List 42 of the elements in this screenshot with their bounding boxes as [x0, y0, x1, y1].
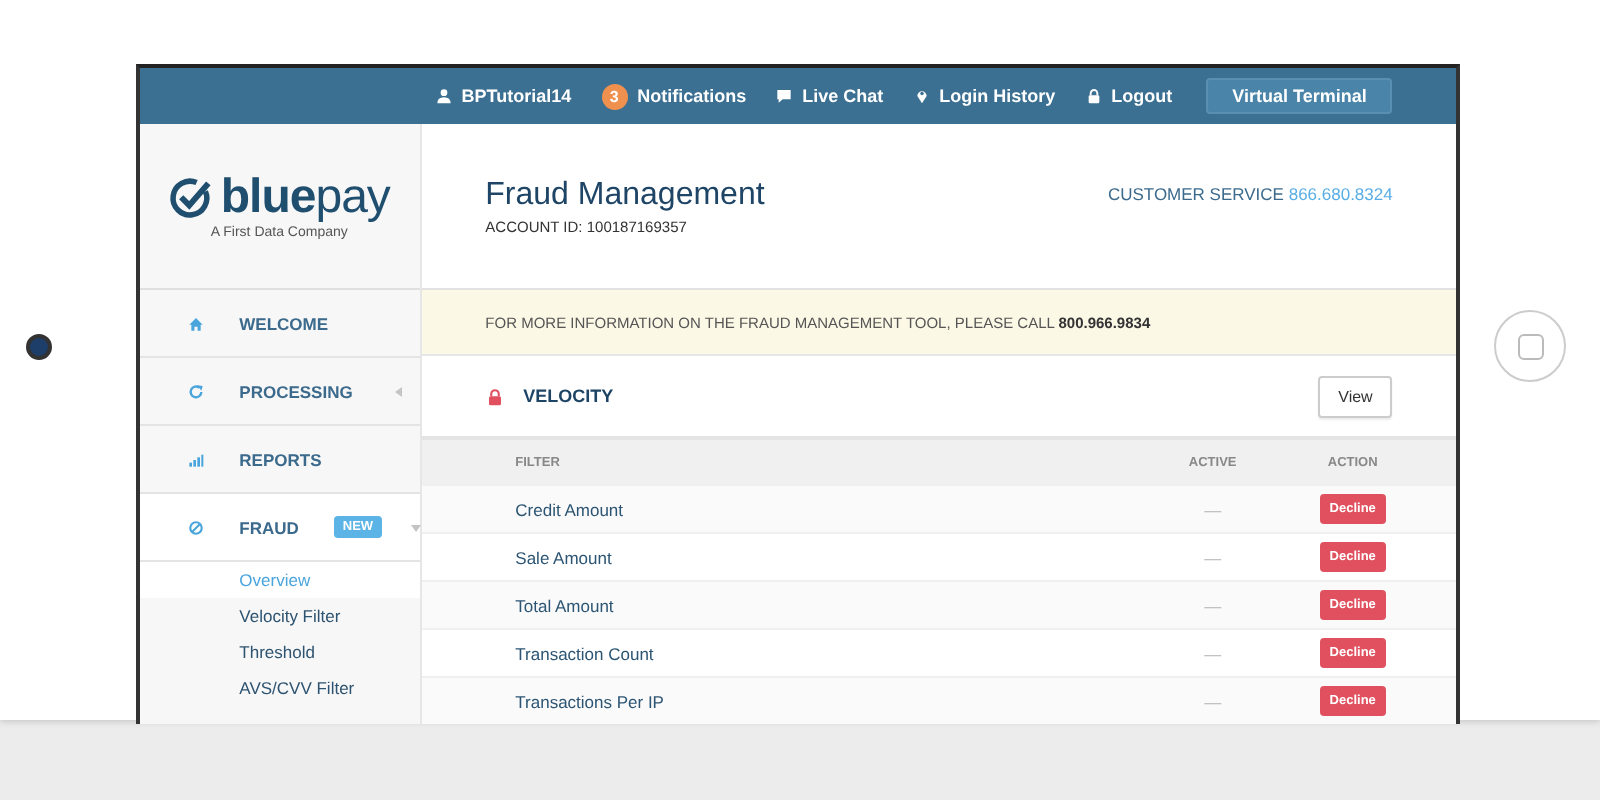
logo-wordmark: bluepay — [220, 173, 390, 221]
sidebar-subitem[interactable]: AVS/CVV Filter — [139, 670, 420, 706]
map-pin-icon — [913, 88, 930, 104]
sidebar-subitem[interactable]: Overview — [139, 562, 420, 598]
home-button[interactable] — [1494, 310, 1567, 382]
bar-chart-icon — [187, 451, 204, 467]
page-title: Fraud Management — [485, 177, 765, 213]
customer-service-label: CUSTOMER SERVICE — [1107, 184, 1284, 204]
sidebar-nav-item[interactable]: PROCESSING — [139, 358, 420, 426]
caret-down-icon — [409, 521, 422, 533]
filter-name: Transaction Count — [515, 643, 656, 663]
caret-left-icon — [392, 385, 405, 397]
home-icon — [187, 315, 204, 331]
active-status: — — [1204, 643, 1222, 663]
active-status: — — [1204, 691, 1222, 711]
sidebar-subitem[interactable]: Threshold — [139, 634, 420, 670]
topbar-link[interactable]: Live Chat — [776, 86, 884, 106]
view-button[interactable]: View — [1318, 375, 1393, 417]
topbar-link[interactable]: BPTutorial14 — [435, 86, 572, 106]
virtual-terminal-button[interactable]: Virtual Terminal — [1206, 78, 1393, 114]
topbar-link[interactable]: 3 Notifications — [601, 83, 747, 109]
sidebar-nav-item[interactable]: WELCOME — [139, 290, 420, 358]
filter-name: Total Amount — [515, 595, 616, 615]
check-circle-icon — [168, 175, 213, 219]
sidebar-subitem[interactable]: Velocity Filter — [139, 598, 420, 634]
user-icon — [435, 88, 452, 104]
lock-icon — [1085, 88, 1102, 104]
notification-badge: 3 — [601, 83, 628, 109]
section-title: VELOCITY — [523, 386, 614, 406]
filter-name: Transactions Per IP — [515, 691, 666, 711]
active-status: — — [1204, 547, 1222, 567]
camera-icon — [26, 333, 53, 359]
ban-icon — [187, 519, 204, 535]
filter-name: Sale Amount — [515, 547, 614, 567]
active-status: — — [1204, 595, 1222, 615]
filter-name: Credit Amount — [515, 499, 626, 519]
active-status: — — [1204, 499, 1222, 519]
topbar-link[interactable]: Logout — [1085, 86, 1173, 106]
refresh-icon — [187, 383, 204, 399]
chat-icon — [776, 88, 793, 104]
lock-icon — [485, 387, 504, 405]
topbar-link[interactable]: Login History — [913, 86, 1056, 106]
